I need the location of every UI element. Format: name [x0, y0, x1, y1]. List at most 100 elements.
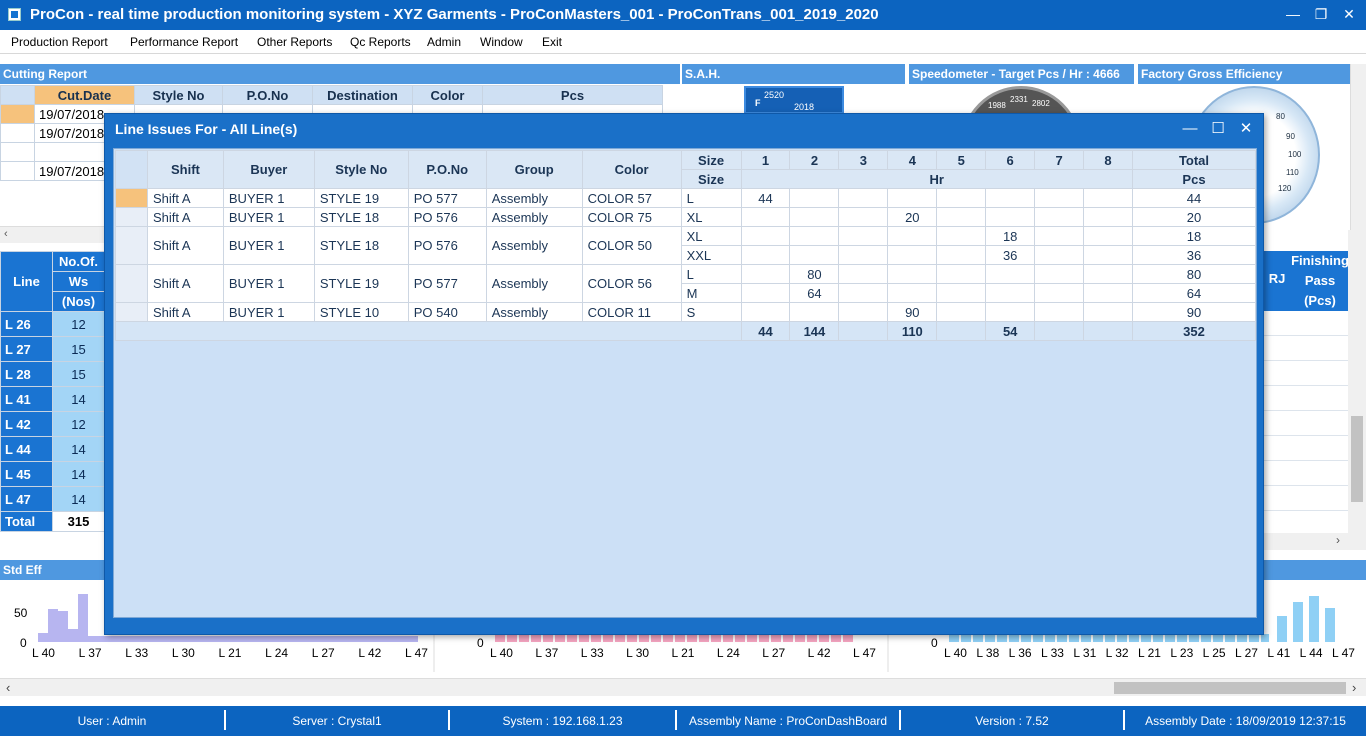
scroll-thumb[interactable]	[1351, 416, 1363, 502]
table-row[interactable]: L 28 15	[0, 361, 105, 387]
table-row[interactable]: L 27 15	[0, 336, 105, 362]
table-row[interactable]: Shift A BUYER 1 STYLE 19 PO 577 Assembly COLO…	[115, 264, 1257, 303]
bar	[308, 636, 318, 642]
col-hour-4[interactable]: 4	[887, 150, 938, 170]
scroll-thumb[interactable]	[1114, 682, 1346, 694]
cell-hour-6	[985, 283, 1036, 303]
main-horizontal-scrollbar[interactable]: ‹ ›	[0, 678, 1366, 696]
table-row[interactable]: Shift A BUYER 1 STYLE 19 PO 577 Assembly COLO…	[115, 188, 1257, 208]
menu-admin[interactable]: Admin	[427, 35, 461, 49]
col-destination[interactable]: Destination	[312, 85, 413, 105]
table-row[interactable]: L 26 12	[0, 311, 105, 337]
col-hour-6[interactable]: 6	[985, 150, 1036, 170]
finishing-horizontal-scrollbar[interactable]: ›	[1264, 533, 1366, 550]
bar	[38, 633, 48, 642]
col-po-no[interactable]: P.O.No	[407, 150, 487, 189]
scroll-left-icon[interactable]: ‹	[6, 680, 10, 695]
x-tick-label: L 47	[1332, 646, 1355, 660]
menu-other-reports[interactable]: Other Reports	[257, 35, 332, 49]
sah-header: S.A.H.	[682, 64, 905, 84]
x-tick-label: L 42	[358, 646, 382, 660]
menu-bar: Production Report Performance Report Oth…	[0, 30, 1366, 54]
scroll-right-icon[interactable]: ›	[1336, 533, 1340, 547]
col-color[interactable]: Color	[581, 150, 682, 189]
col-nos[interactable]: (Nos)	[52, 291, 105, 312]
bar	[258, 636, 268, 642]
row-header[interactable]	[115, 207, 148, 227]
col-color[interactable]: Color	[412, 85, 483, 105]
x-tick-label: L 30	[171, 646, 195, 660]
col-ws[interactable]: Ws	[52, 271, 105, 292]
col-no-of[interactable]: No.Of.	[52, 251, 105, 272]
bar	[178, 636, 188, 642]
col-rj: RJ	[1264, 251, 1290, 311]
dialog-maximize-button[interactable]: ☐	[1205, 118, 1231, 140]
bar-series	[949, 634, 1269, 642]
restore-button[interactable]: ❐	[1306, 3, 1336, 25]
col-hour-7[interactable]: 7	[1034, 150, 1085, 170]
row-header[interactable]	[115, 188, 148, 208]
dialog-minimize-button[interactable]: —	[1177, 118, 1203, 140]
bar	[278, 636, 288, 642]
col-style-no[interactable]: Style No	[313, 150, 409, 189]
col-hour-5[interactable]: 5	[936, 150, 987, 170]
table-row[interactable]: L 47 14	[0, 486, 105, 512]
cell-po-no: PO 577	[407, 264, 487, 303]
cell-hour-2	[789, 302, 840, 322]
cell-hour-4	[887, 188, 938, 208]
table-row[interactable]: L 42 12	[0, 411, 105, 437]
col-total[interactable]: Total	[1131, 150, 1257, 170]
col-hr: Hr	[740, 169, 1133, 189]
table-row[interactable]: Shift A BUYER 1 STYLE 10 PO 540 Assembly COLO…	[115, 302, 1257, 322]
row-header[interactable]	[115, 226, 148, 265]
cell-total: 18	[1131, 226, 1257, 246]
cell-hour-5	[936, 302, 987, 322]
row-header[interactable]	[115, 264, 148, 303]
vertical-scrollbar[interactable]	[1350, 64, 1366, 230]
col-hour-8[interactable]: 8	[1083, 150, 1133, 170]
col-hour-3[interactable]: 3	[838, 150, 889, 170]
cell-size: S	[680, 302, 742, 322]
table-row[interactable]: L 45 14	[0, 461, 105, 487]
x-tick-label: L 41	[1267, 646, 1291, 660]
col-style-no[interactable]: Style No	[134, 85, 223, 105]
col-hour-2[interactable]: 2	[789, 150, 840, 170]
minimize-button[interactable]: —	[1278, 3, 1308, 25]
col-line[interactable]: Line	[0, 251, 53, 312]
menu-production-report[interactable]: Production Report	[11, 35, 108, 49]
table-row[interactable]: Shift A BUYER 1 STYLE 18 PO 576 Assembly COLO…	[115, 226, 1257, 265]
table-row[interactable]: L 41 14	[0, 386, 105, 412]
scroll-left-icon[interactable]: ‹	[4, 228, 8, 240]
cell-hour-8	[1083, 283, 1133, 303]
col-po-no[interactable]: P.O.No	[222, 85, 313, 105]
x-tick-label: L 33	[580, 646, 604, 660]
col-buyer[interactable]: Buyer	[222, 150, 315, 189]
x-tick-label: L 32	[1105, 646, 1129, 660]
dialog-close-button[interactable]: ✕	[1233, 118, 1259, 140]
row-header[interactable]	[115, 302, 148, 322]
close-button[interactable]: ✕	[1334, 3, 1364, 25]
std-eff-header: Std Eff	[0, 560, 106, 580]
cell-hour-5	[936, 264, 987, 284]
menu-qc-reports[interactable]: Qc Reports	[350, 35, 411, 49]
menu-exit[interactable]: Exit	[542, 35, 562, 49]
col-pcs[interactable]: Pcs	[482, 85, 663, 105]
cell-size: L	[680, 264, 742, 284]
col-size[interactable]: Size	[680, 150, 742, 170]
cell-group: Assembly	[485, 188, 583, 208]
dialog-body: Shift Buyer Style No P.O.No Group Color …	[113, 148, 1257, 618]
bar	[1309, 596, 1319, 642]
col-cut-date[interactable]: Cut.Date	[34, 85, 135, 105]
table-row[interactable]: Shift A BUYER 1 STYLE 18 PO 576 Assembly COLO…	[115, 207, 1257, 227]
cell-hour-1	[740, 245, 791, 265]
menu-window[interactable]: Window	[480, 35, 523, 49]
right-vertical-scrollbar[interactable]	[1348, 230, 1366, 536]
cell-buyer: BUYER 1	[222, 226, 315, 265]
col-shift[interactable]: Shift	[146, 150, 224, 189]
col-group[interactable]: Group	[485, 150, 583, 189]
cell-total: 90	[1131, 302, 1257, 322]
col-hour-1[interactable]: 1	[740, 150, 791, 170]
scroll-right-icon[interactable]: ›	[1352, 680, 1356, 695]
menu-performance-report[interactable]: Performance Report	[130, 35, 238, 49]
table-row[interactable]: L 44 14	[0, 436, 105, 462]
